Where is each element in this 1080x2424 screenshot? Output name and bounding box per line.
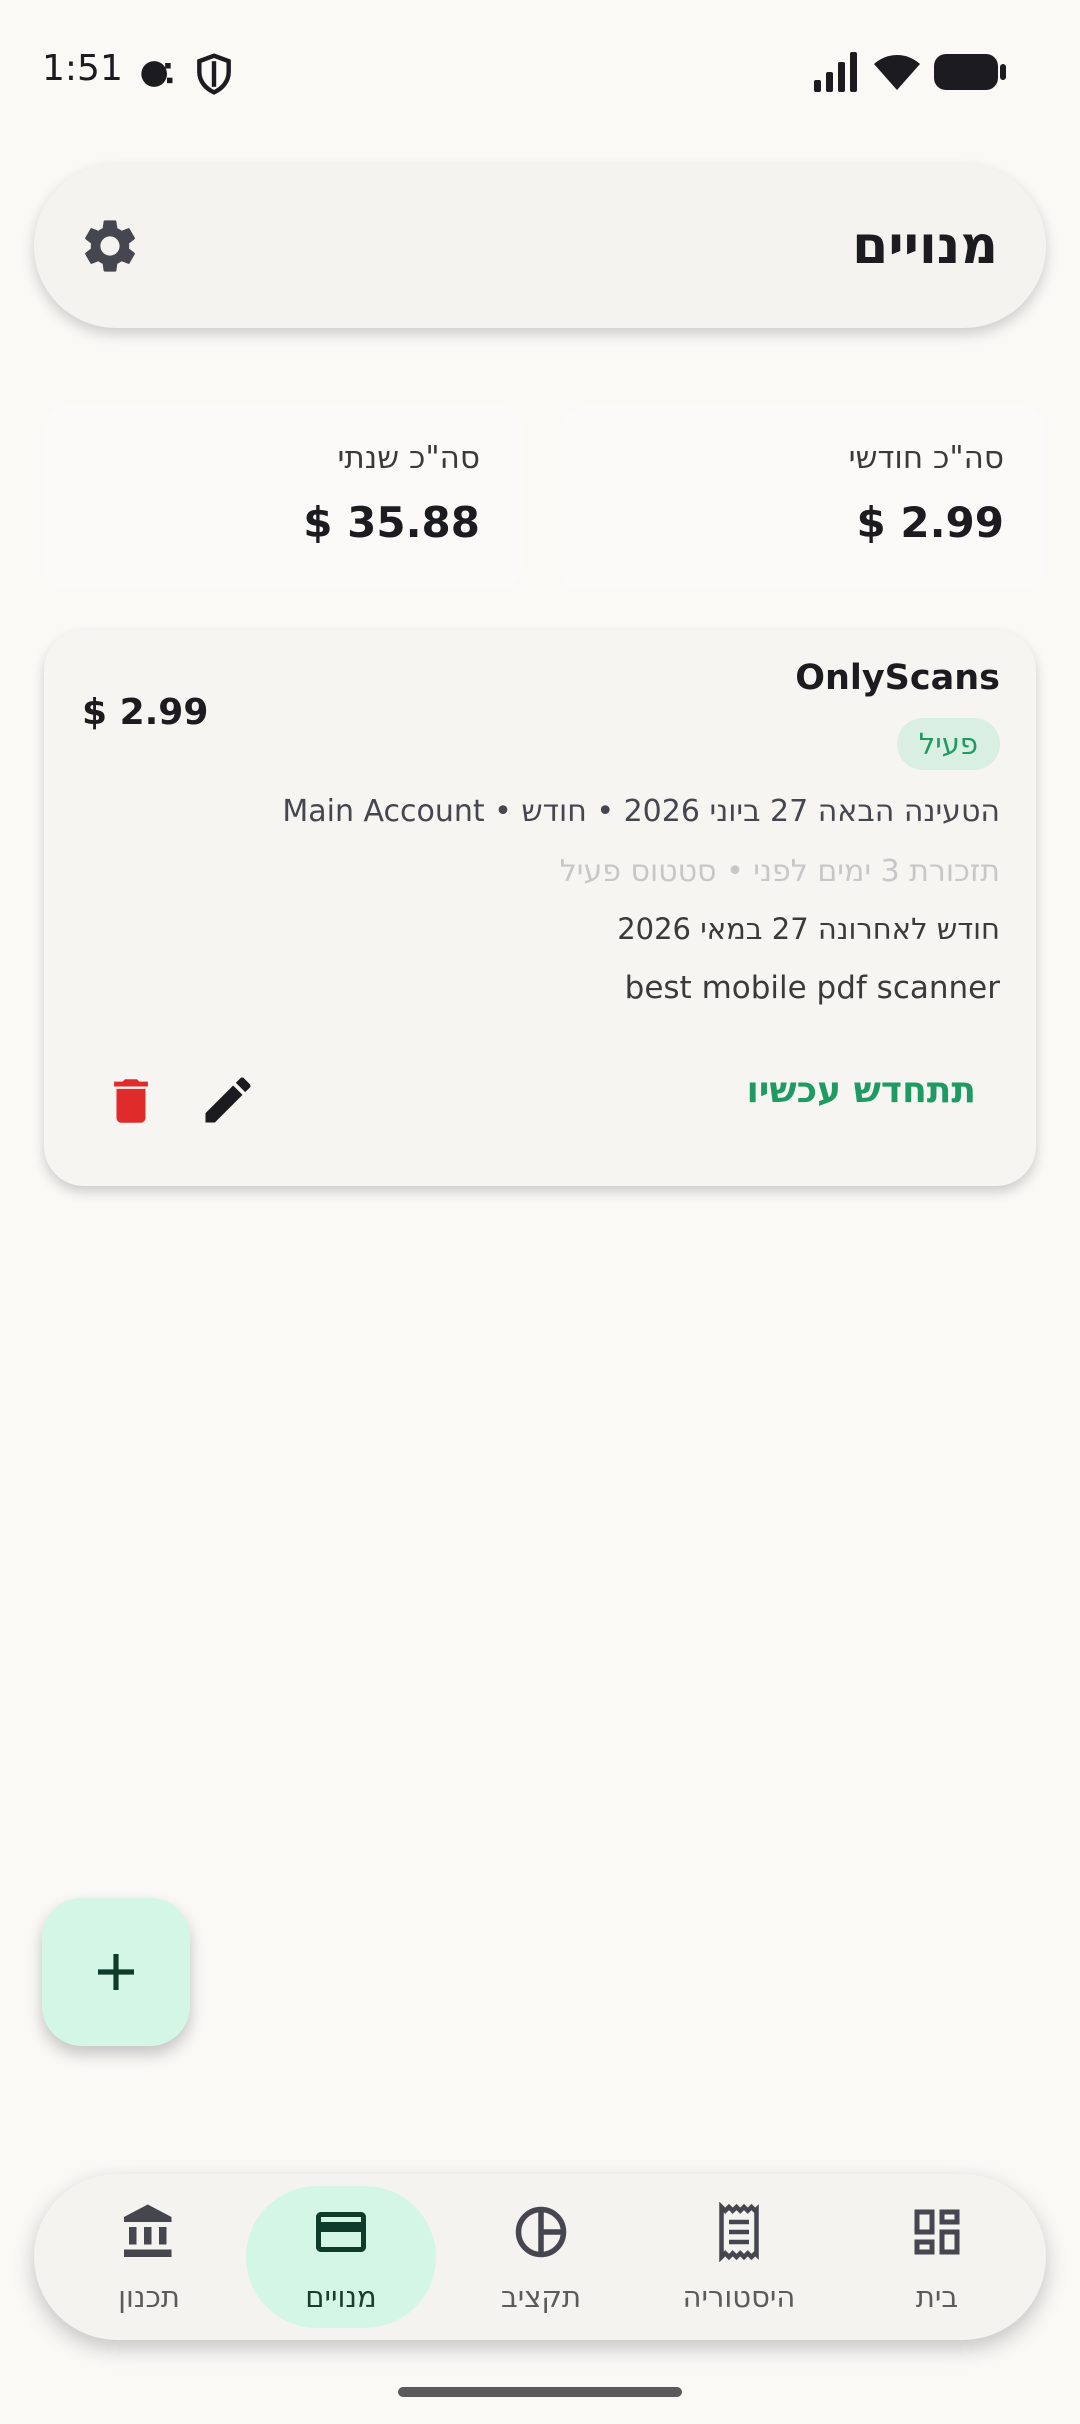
pie-chart-icon xyxy=(515,2206,567,2258)
shield-icon xyxy=(197,53,231,95)
nav-item-budget[interactable]: תקציב xyxy=(446,2174,636,2340)
home-indicator[interactable] xyxy=(398,2387,682,2397)
signal-icon xyxy=(814,52,857,92)
monthly-total-label: סה"כ חודשי xyxy=(848,440,1004,476)
last-renewal-text: חודש לאחרונה 27 במאי 2026 xyxy=(617,912,1000,946)
subscription-note: best mobile pdf scanner xyxy=(624,970,1000,1006)
nav-label-home: בית xyxy=(915,2280,959,2314)
bottom-navigation: תכנון מנויים תקציב היסטוריה בית xyxy=(34,2174,1046,2340)
nav-item-history[interactable]: היסטוריה xyxy=(644,2174,834,2340)
subscription-card[interactable]: OnlyScans $ 2.99 פעיל הטעינה הבאה 27 ביו… xyxy=(44,630,1036,1186)
renew-now-button[interactable]: תתחדש עכשיו xyxy=(746,1070,976,1111)
page-title: מנויים xyxy=(852,216,998,276)
dashboard-icon xyxy=(914,2209,960,2255)
notification-icon xyxy=(141,61,173,87)
monthly-total-value: $ 2.99 xyxy=(856,498,1004,547)
add-subscription-button[interactable] xyxy=(42,1898,190,2046)
nav-item-planning[interactable]: תכנון xyxy=(54,2174,244,2340)
reminder-text: תזכורת 3 ימים לפני • סטטוס פעיל xyxy=(559,854,1000,889)
nav-label-subscriptions: מנויים xyxy=(305,2280,377,2314)
bank-icon xyxy=(124,2204,172,2257)
subscription-name: OnlyScans xyxy=(795,658,1000,698)
status-time: 1:51 xyxy=(42,48,123,89)
monthly-total-card: סה"כ חודשי $ 2.99 xyxy=(560,406,1046,590)
nav-label-planning: תכנון xyxy=(118,2280,180,2314)
nav-item-subscriptions[interactable]: מנויים xyxy=(246,2174,436,2340)
nav-item-home[interactable]: בית xyxy=(842,2174,1032,2340)
gear-icon[interactable] xyxy=(78,214,142,278)
battery-icon xyxy=(934,54,1006,90)
subscription-price: $ 2.99 xyxy=(82,692,209,733)
edit-icon[interactable] xyxy=(198,1070,258,1130)
plus-icon xyxy=(98,1954,134,1990)
app-header: מנויים xyxy=(34,164,1046,328)
yearly-total-value: $ 35.88 xyxy=(303,498,480,547)
status-badge: פעיל xyxy=(896,718,1000,770)
yearly-total-label: סה"כ שנתי xyxy=(337,440,480,476)
next-charge-text: הטעינה הבאה 27 ביוני 2026 • חודש • Main … xyxy=(282,794,1000,829)
wifi-icon xyxy=(874,55,920,90)
trash-icon[interactable] xyxy=(102,1072,160,1130)
credit-card-icon xyxy=(316,2212,366,2252)
receipt-icon xyxy=(719,2202,759,2262)
yearly-total-card: סה"כ שנתי $ 35.88 xyxy=(44,406,522,590)
nav-label-budget: תקציב xyxy=(500,2280,582,2314)
nav-label-history: היסטוריה xyxy=(682,2280,796,2314)
